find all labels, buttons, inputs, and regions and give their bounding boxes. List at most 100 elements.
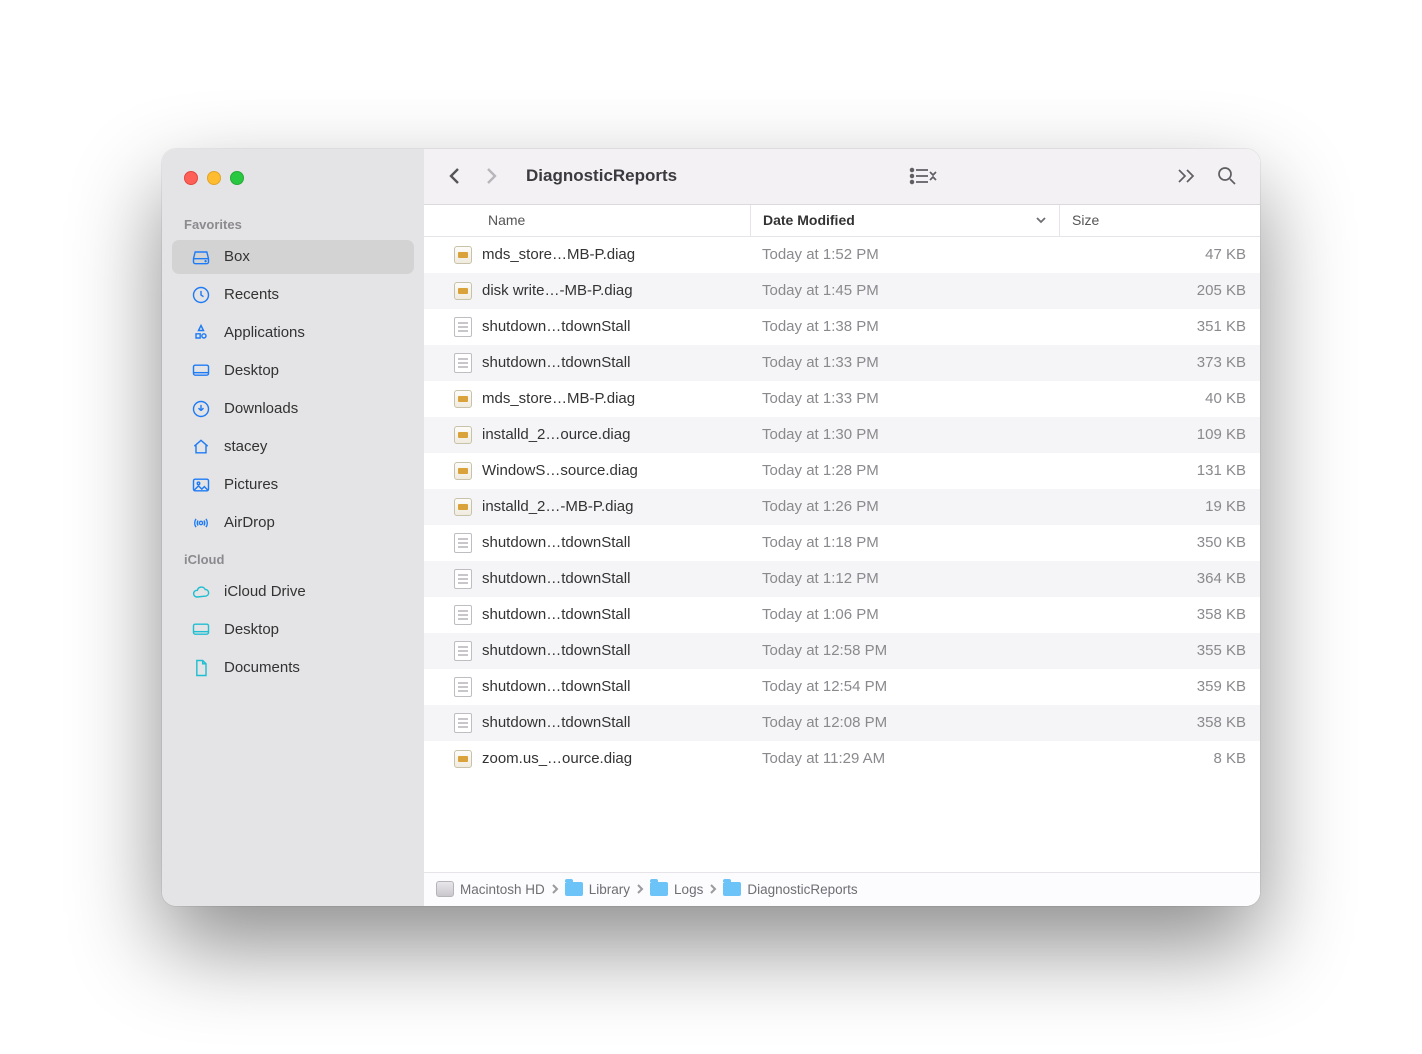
path-segment[interactable]: Library <box>565 882 630 897</box>
list-view-icon <box>909 166 939 186</box>
file-name: mds_store…MB-P.diag <box>482 246 635 263</box>
close-window-button[interactable] <box>184 171 198 185</box>
sidebar-item-icloud-drive[interactable]: iCloud Drive <box>172 575 414 609</box>
path-separator-icon <box>551 882 559 897</box>
text-file-icon <box>454 353 472 373</box>
finder-window: Favorites Box Recents Applications Deskt… <box>162 149 1260 906</box>
desktop-icon <box>190 619 212 641</box>
file-row[interactable]: shutdown…tdownStall Today at 1:06 PM358 K… <box>424 597 1260 633</box>
pictures-icon <box>190 474 212 496</box>
column-size-header[interactable]: Size <box>1060 212 1260 228</box>
view-options-button[interactable] <box>903 166 945 186</box>
file-name: installd_2…ource.diag <box>482 426 630 443</box>
file-list: mds_store…MB-P.diagToday at 1:52 PM47 KB… <box>424 237 1260 872</box>
file-name: shutdown…tdownStall <box>482 714 630 731</box>
diag-file-icon <box>454 246 472 264</box>
path-label: Macintosh HD <box>460 882 545 897</box>
file-size: 355 KB <box>1060 642 1260 659</box>
file-name: shutdown…tdownStall <box>482 570 630 587</box>
file-row[interactable]: shutdown…tdownStallToday at 1:38 PM351 K… <box>424 309 1260 345</box>
text-file-icon <box>454 713 472 733</box>
file-size: 350 KB <box>1060 534 1260 551</box>
file-name: shutdown…tdownStall <box>482 354 630 371</box>
sidebar-item-airdrop[interactable]: AirDrop <box>172 506 414 540</box>
diag-file-icon <box>454 498 472 516</box>
file-row[interactable]: mds_store…MB-P.diagToday at 1:52 PM47 KB <box>424 237 1260 273</box>
file-name: installd_2…-MB-P.diag <box>482 498 633 515</box>
sidebar-item-downloads[interactable]: Downloads <box>172 392 414 426</box>
sidebar: Favorites Box Recents Applications Deskt… <box>162 149 424 906</box>
file-name: zoom.us_…ource.diag <box>482 750 632 767</box>
file-size: 351 KB <box>1060 318 1260 335</box>
file-name: shutdown…tdownStall <box>482 606 630 623</box>
sidebar-item-icloud-documents[interactable]: Documents <box>172 651 414 685</box>
sidebar-item-applications[interactable]: Applications <box>172 316 414 350</box>
toolbar: DiagnosticReports <box>424 149 1260 205</box>
applications-icon <box>190 322 212 344</box>
file-size: 358 KB <box>1060 606 1260 623</box>
file-size: 205 KB <box>1060 282 1260 299</box>
file-row[interactable]: shutdown…tdownStall Today at 12:08 PM358 … <box>424 705 1260 741</box>
fullscreen-window-button[interactable] <box>230 171 244 185</box>
file-row[interactable]: shutdown…tdownStallToday at 1:12 PM364 K… <box>424 561 1260 597</box>
back-button[interactable] <box>440 161 470 191</box>
sidebar-item-recents[interactable]: Recents <box>172 278 414 312</box>
file-row[interactable]: shutdown…tdownStallToday at 1:18 PM350 K… <box>424 525 1260 561</box>
column-date-header[interactable]: Date Modified <box>750 205 1060 236</box>
path-segment[interactable]: DiagnosticReports <box>723 882 857 897</box>
file-row[interactable]: shutdown…tdownStall Today at 12:58 PM355 … <box>424 633 1260 669</box>
path-bar: Macintosh HD Library Logs DiagnosticReports <box>424 872 1260 906</box>
file-row[interactable]: shutdown…tdownStallToday at 12:54 PM359 … <box>424 669 1260 705</box>
file-row[interactable]: mds_store…MB-P.diagToday at 1:33 PM40 KB <box>424 381 1260 417</box>
file-row[interactable]: installd_2…-MB-P.diagToday at 1:26 PM19 … <box>424 489 1260 525</box>
sidebar-item-icloud-desktop[interactable]: Desktop <box>172 613 414 647</box>
sidebar-item-label: Box <box>224 248 250 265</box>
sidebar-item-desktop[interactable]: Desktop <box>172 354 414 388</box>
file-size: 358 KB <box>1060 714 1260 731</box>
path-label: DiagnosticReports <box>747 882 857 897</box>
sidebar-section-icloud: iCloud <box>162 542 424 573</box>
folder-icon <box>565 882 583 896</box>
path-segment[interactable]: Logs <box>650 882 703 897</box>
file-name: shutdown…tdownStall <box>482 642 630 659</box>
file-name: shutdown…tdownStall <box>482 534 630 551</box>
text-file-icon <box>454 641 472 661</box>
file-size: 8 KB <box>1060 750 1260 767</box>
file-date: Today at 1:45 PM <box>750 282 1060 299</box>
disk-icon <box>190 246 212 268</box>
file-date: Today at 1:06 PM <box>750 606 1060 623</box>
file-date: Today at 12:58 PM <box>750 642 1060 659</box>
folder-icon <box>723 882 741 896</box>
path-label: Logs <box>674 882 703 897</box>
sidebar-item-label: Documents <box>224 659 300 676</box>
main-panel: DiagnosticReports Name Date Modi <box>424 149 1260 906</box>
column-name-header[interactable]: Name <box>424 212 750 228</box>
file-row[interactable]: disk write…-MB-P.diag Today at 1:45 PM205… <box>424 273 1260 309</box>
file-name: disk write…-MB-P.diag <box>482 282 633 299</box>
file-row[interactable]: installd_2…ource.diagToday at 1:30 PM109… <box>424 417 1260 453</box>
document-icon <box>190 657 212 679</box>
file-date: Today at 1:12 PM <box>750 570 1060 587</box>
toolbar-overflow-button[interactable] <box>1170 167 1204 185</box>
sidebar-item-label: stacey <box>224 438 267 455</box>
forward-button[interactable] <box>476 161 506 191</box>
cloud-icon <box>190 581 212 603</box>
file-row[interactable]: WindowS…source.diagToday at 1:28 PM131 K… <box>424 453 1260 489</box>
file-date: Today at 12:08 PM <box>750 714 1060 731</box>
path-segment[interactable]: Macintosh HD <box>436 881 545 897</box>
sidebar-section-favorites: Favorites <box>162 207 424 238</box>
folder-icon <box>650 882 668 896</box>
file-size: 109 KB <box>1060 426 1260 443</box>
diag-file-icon <box>454 390 472 408</box>
file-row[interactable]: zoom.us_…ource.diagToday at 11:29 AM8 KB <box>424 741 1260 777</box>
minimize-window-button[interactable] <box>207 171 221 185</box>
file-name: shutdown…tdownStall <box>482 318 630 335</box>
sidebar-item-pictures[interactable]: Pictures <box>172 468 414 502</box>
file-row[interactable]: shutdown…tdownStallToday at 1:33 PM373 K… <box>424 345 1260 381</box>
window-controls <box>162 171 424 207</box>
sidebar-item-home[interactable]: stacey <box>172 430 414 464</box>
file-date: Today at 1:28 PM <box>750 462 1060 479</box>
search-button[interactable] <box>1210 165 1244 187</box>
sidebar-item-label: Applications <box>224 324 305 341</box>
sidebar-item-box[interactable]: Box <box>172 240 414 274</box>
